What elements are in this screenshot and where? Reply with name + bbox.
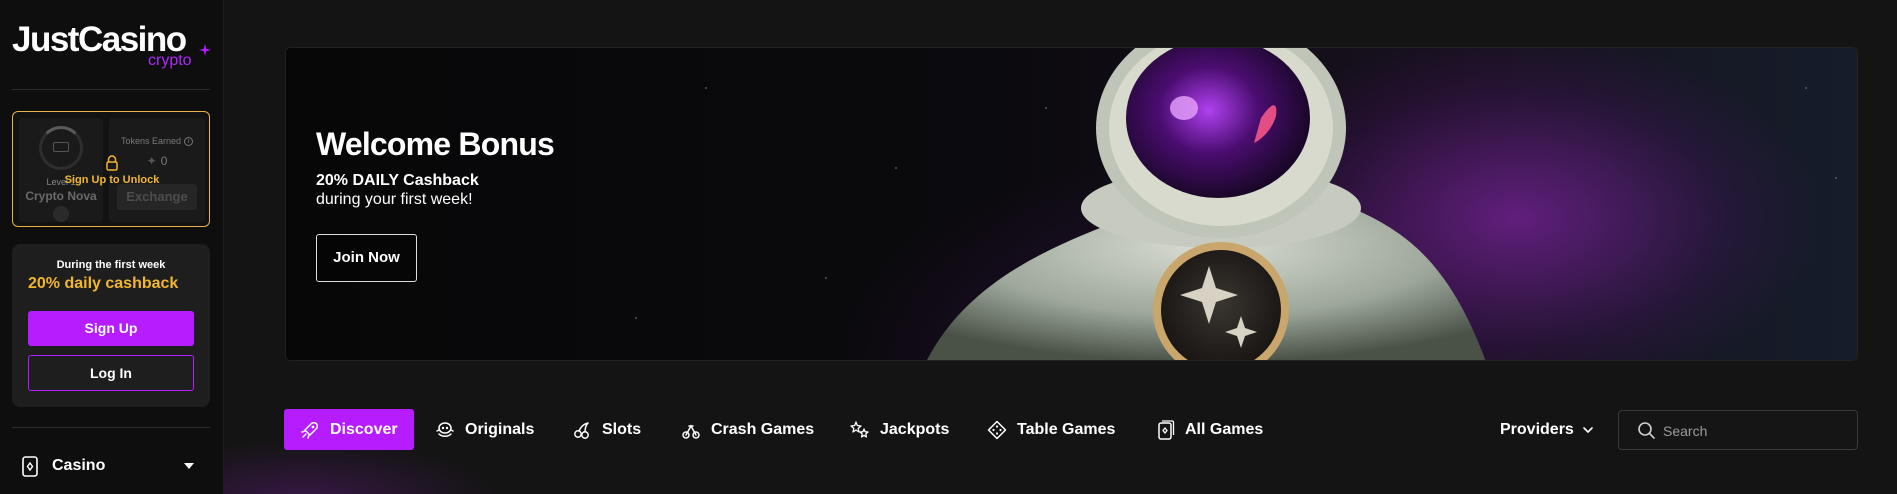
astronaut-illustration <box>635 48 1837 360</box>
sidebar: JustCasino crypto Level 1 Crypto Nova To… <box>0 0 224 494</box>
banner-description: during your first week! <box>316 191 473 208</box>
sparkle-icon <box>199 44 211 56</box>
dice-icon <box>987 420 1007 439</box>
tab-crash-games[interactable]: Crash Games <box>681 409 814 450</box>
alien-icon <box>436 421 454 437</box>
rocket-icon <box>301 421 318 439</box>
promo-subtitle: During the first week <box>56 259 166 271</box>
tokens-earned-label: Tokens Earned i <box>109 136 205 147</box>
level-progress-ring <box>39 126 83 170</box>
search-box[interactable] <box>1618 410 1858 450</box>
info-icon[interactable]: i <box>184 137 194 147</box>
tokens-earned-text: Tokens Earned <box>120 136 182 146</box>
logo-subtitle: crypto <box>148 52 192 69</box>
stars-icon <box>850 420 869 438</box>
tab-originals[interactable]: Originals <box>435 409 534 450</box>
tab-all-games[interactable]: All Games <box>1155 409 1263 450</box>
join-now-button[interactable]: Join Now <box>316 234 417 282</box>
tab-label: Jackpots <box>880 420 950 438</box>
promo-title: 20% daily cashback <box>28 275 179 292</box>
tab-label: All Games <box>1185 420 1264 438</box>
sign-up-button[interactable]: Sign Up <box>28 311 194 346</box>
cashback-promo-card: During the first week 20% daily cashback… <box>12 244 210 407</box>
tab-label: Discover <box>330 420 398 438</box>
level-panel: Level 1 Crypto Nova <box>19 118 103 222</box>
sidebar-item-label: Casino <box>52 457 106 474</box>
tab-slots[interactable]: Slots <box>572 409 641 450</box>
sidebar-item-casino[interactable]: Casino <box>12 452 210 482</box>
tokens-value: ✦ 0 <box>109 154 205 168</box>
tab-jackpots[interactable]: Jackpots <box>850 409 949 450</box>
search-icon <box>1638 422 1655 439</box>
search-input[interactable] <box>1663 419 1843 443</box>
tab-label: Table Games <box>1017 420 1116 438</box>
tokens-count: 0 <box>160 154 168 168</box>
tab-label: Originals <box>465 420 535 438</box>
tier-avatar <box>53 206 69 222</box>
chevron-down-icon <box>184 463 194 469</box>
level-card[interactable]: Level 1 Crypto Nova Tokens Earned i ✦ 0 Ex… <box>12 111 210 227</box>
exchange-button[interactable]: Exchange <box>117 184 197 210</box>
card-icon <box>22 456 38 477</box>
tab-discover[interactable]: Discover <box>284 409 414 450</box>
cherries-icon <box>574 421 589 439</box>
unlock-text[interactable]: Sign Up to Unlock <box>13 174 209 186</box>
banner-title: Welcome Bonus <box>316 126 555 162</box>
chevron-down-icon <box>1583 426 1593 433</box>
tab-label: Crash Games <box>711 420 815 438</box>
providers-dropdown[interactable]: Providers <box>1500 409 1594 450</box>
logo[interactable]: JustCasino crypto <box>12 20 212 72</box>
providers-label: Providers <box>1500 420 1574 438</box>
level-badge-icon <box>53 142 69 152</box>
tab-label: Slots <box>602 420 642 438</box>
log-in-button[interactable]: Log In <box>28 355 194 391</box>
app: JustCasino crypto Level 1 Crypto Nova To… <box>0 0 1897 494</box>
welcome-bonus-banner[interactable]: Welcome Bonus 20% DAILY Cashback during … <box>285 47 1858 361</box>
divider <box>12 427 210 428</box>
banner-subtitle: 20% DAILY Cashback <box>316 172 479 189</box>
divider <box>12 89 210 90</box>
tokens-panel: Tokens Earned i ✦ 0 Exchange <box>109 118 205 222</box>
crash-chart-icon <box>682 423 700 439</box>
tab-table-games[interactable]: Table Games <box>987 409 1115 450</box>
level-tier-name: Crypto Nova <box>25 189 97 203</box>
cards-icon <box>1158 419 1175 440</box>
sparkle-icon: ✦ <box>146 154 157 168</box>
lock-icon <box>106 155 118 171</box>
